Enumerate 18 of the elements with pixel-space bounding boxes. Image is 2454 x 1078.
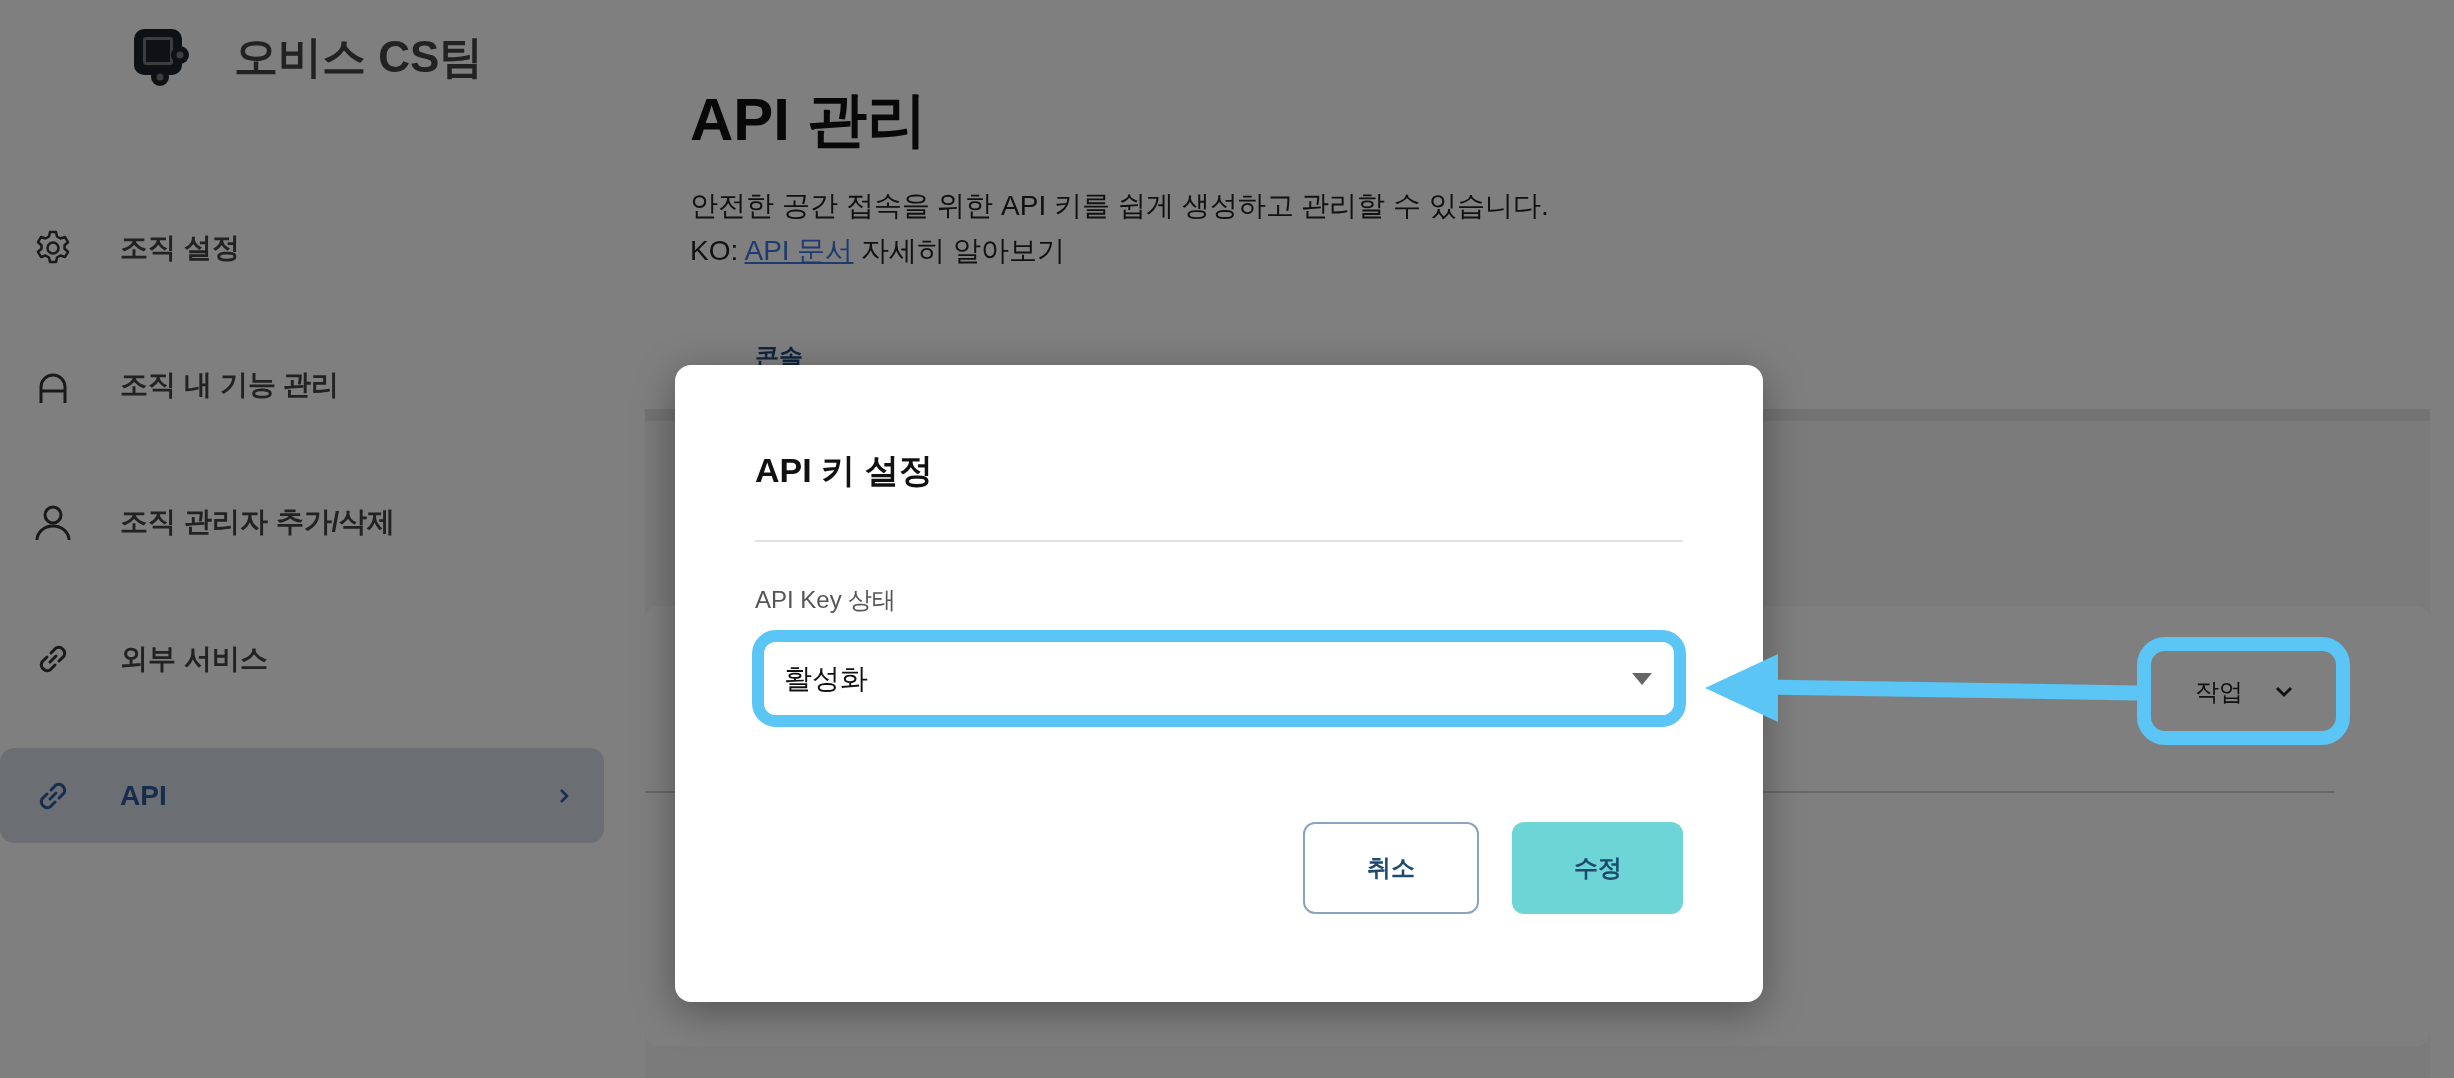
sidebar-item[interactable]: 조직 설정 (0, 200, 604, 295)
field-label: API Key 상태 (755, 585, 898, 615)
sidebar-item[interactable]: API (0, 748, 604, 843)
caret-icon (1632, 672, 1652, 685)
cancel-button[interactable]: 취소 (1303, 822, 1479, 914)
page-title: API 관리 (690, 85, 928, 155)
sidebar-item[interactable]: 조직 내 기능 관리 (0, 337, 604, 432)
sidebar-item[interactable]: 외부 서비스 (0, 611, 604, 706)
doc-link[interactable]: API 문서 (744, 235, 854, 266)
chevron-down-icon (2273, 685, 2295, 699)
page-description: 안전한 공간 접속을 위한 API 키를 쉽게 생성하고 관리할 수 있습니다. (690, 189, 1550, 223)
modal-title: API 키 설정 (755, 450, 934, 490)
status-select[interactable]: 활성화 (764, 642, 1674, 715)
doc-line: KO: API 문서 자세히 알아보기 (690, 234, 1066, 268)
brand-name: 오비스 CS팀 (234, 30, 484, 83)
sidebar-item[interactable]: 조직 관리자 추가/삭제 (0, 474, 604, 569)
confirm-button[interactable]: 수정 (1512, 822, 1683, 914)
action-dropdown-button[interactable]: 작업 (2155, 646, 2335, 738)
